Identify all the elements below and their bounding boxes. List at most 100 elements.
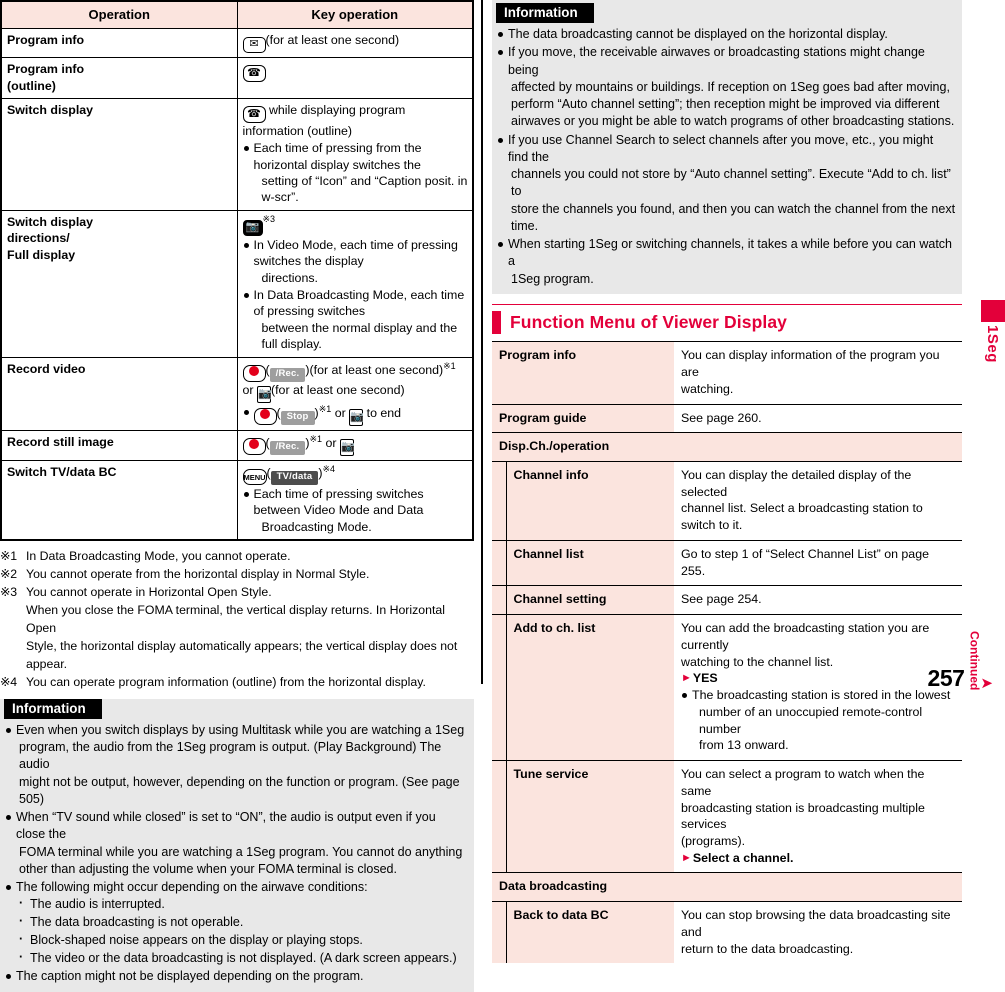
softkey-label-tvdata: TV/data (270, 471, 319, 485)
arrow-action-label: YES (692, 671, 718, 686)
function-name: Channel setting (506, 585, 675, 615)
bullet-line: In Data Broadcasting Mode, each time of … (243, 287, 469, 353)
bullet-text-cont: Broadcasting Mode. (261, 519, 372, 534)
table-row: Add to ch. list You can add the broadcas… (492, 614, 962, 761)
footnote-marker: ※4 (322, 463, 336, 474)
column-header-operation: Operation (2, 2, 238, 30)
function-name: Program guide (492, 403, 675, 433)
footnote-marker: ※2 (0, 567, 18, 582)
column-divider (481, 0, 483, 684)
page-number: 257 (927, 665, 965, 691)
indent-spacer (492, 901, 507, 964)
description-line: return to the data broadcasting. (681, 941, 854, 956)
information-line: affected by mountains or buildings. If r… (511, 79, 950, 94)
table-row: Channel info You can display the detaile… (492, 461, 962, 541)
operation-label: Record video (7, 361, 86, 376)
function-description: You can display information of the progr… (674, 341, 962, 405)
call-key-icon: ☎ (242, 65, 266, 83)
information-line: The data broadcasting cannot be displaye… (508, 27, 888, 41)
key-operation-text-3: (for at least one second) (270, 382, 405, 397)
description-line: You can display the detailed display of … (681, 468, 912, 499)
operation-label: Program info (outline) (7, 62, 85, 93)
table-row: Record still image (/Rec.)※1 or 📷 (2, 429, 472, 461)
key-operation-text: (for at least one second) (309, 362, 444, 377)
bullet-line: In Video Mode, each time of pressing swi… (243, 237, 469, 286)
information-bullet: Even when you switch displays by using M… (4, 722, 468, 808)
bullet-text: Each time of pressing from the horizonta… (253, 141, 422, 172)
function-name: Add to ch. list (506, 614, 675, 761)
table-row: Switch display ☎ while displaying progra… (2, 97, 472, 211)
description-line: You can stop browsing the data broadcast… (681, 908, 951, 939)
section-bar-icon (492, 311, 501, 335)
function-name: Channel list (506, 539, 675, 586)
bullet-tail-2: to end (366, 405, 402, 420)
information-subbullet: The video or the data broadcasting is no… (4, 949, 468, 968)
key-operation-cell: (/Rec.)※1 or 📷 (236, 429, 472, 461)
key-operation-cell: 📷※3 In Video Mode, each time of pressing… (236, 209, 472, 358)
arrow-right-icon: ➤ (980, 675, 993, 692)
key-operation-text: (for at least one second) (265, 33, 400, 48)
function-menu-table: Program info You can display information… (492, 341, 962, 964)
indent-spacer (492, 539, 507, 586)
footnote-line: Style, the horizontal display automatica… (26, 638, 458, 671)
information-line: The following might occur depending on t… (16, 880, 368, 895)
mail-key-icon: ✉ (242, 37, 266, 54)
key-operation-table-wrapper: Operation Key operation Program info ✉ (f… (0, 0, 474, 542)
table-row: Record video (/Rec.)(for at least one se… (2, 356, 472, 431)
arrow-action: ►YES (681, 670, 956, 687)
bullet-text: In Data Broadcasting Mode, each time of … (253, 288, 465, 319)
footnote-marker: ※3 (262, 213, 276, 224)
description-bullet: The broadcasting station is stored in th… (681, 687, 956, 754)
function-name: Back to data BC (506, 901, 675, 964)
key-operation-cell: MENU(TV/data)※4 Each time of pressing sw… (236, 459, 472, 540)
indent-spacer (492, 614, 507, 761)
table-row: Switch TV/data BC MENU(TV/data)※4 Each t… (2, 459, 472, 540)
information-bullet: When “TV sound while closed” is set to “… (4, 809, 468, 878)
footnotes: ※1 In Data Broadcasting Mode, you cannot… (0, 548, 474, 692)
information-line: airwaves or you might be able to watch p… (511, 114, 955, 129)
footnote: ※4 You can operate program information (… (0, 674, 474, 692)
table-row: Back to data BC You can stop browsing th… (492, 901, 962, 964)
footnote-line: In Data Broadcasting Mode, you cannot op… (26, 549, 291, 564)
function-group-name: Data broadcasting (492, 872, 962, 902)
footnote-marker: ※3 (0, 585, 18, 600)
table-row: Tune service You can select a program to… (492, 760, 962, 873)
operation-cell: Program info (outline) (2, 57, 238, 99)
function-name: Program info (492, 341, 675, 405)
function-description: See page 260. (674, 403, 962, 433)
description-line: You can add the broadcasting station you… (681, 621, 930, 652)
footnote: ※1 In Data Broadcasting Mode, you cannot… (0, 548, 474, 566)
edge-tab-label: 1Seg (984, 325, 1001, 363)
table-row: Switch display directions/ Full display … (2, 209, 472, 358)
description-line: watching. (681, 381, 734, 396)
key-operation-text-2: or (325, 435, 337, 450)
call-key-icon: ☎ (242, 105, 266, 123)
information-subbullet: The data broadcasting is not operable. (4, 913, 468, 932)
footnote-line: You cannot operate in Horizontal Open St… (26, 585, 272, 600)
table-row: Channel list Go to step 1 of “Select Cha… (492, 539, 962, 586)
information-heading: Information (4, 698, 102, 719)
bullet-text-cont: directions. (261, 270, 318, 285)
information-line: If you move, the receivable airwaves or … (508, 45, 925, 77)
c-key-icon (253, 407, 277, 425)
camera-side-key-icon: 📷 (339, 438, 355, 456)
menu-key-icon: MENU (242, 469, 267, 486)
information-heading: Information (496, 3, 594, 23)
function-name: Tune service (506, 760, 675, 873)
function-description: You can select a program to watch when t… (674, 760, 962, 873)
table-row: Program info (outline) ☎ (2, 57, 472, 99)
operation-label: Record still image (7, 434, 114, 449)
key-operation-cell: ☎ while displaying program information (… (236, 97, 472, 211)
information-bullet: If you use Channel Search to select chan… (496, 132, 956, 236)
key-operation-text: while displaying program information (ou… (242, 102, 406, 138)
key-operation-cell: (/Rec.)(for at least one second)※1 or 📷(… (236, 356, 472, 431)
information-line: might not be output, however, depending … (19, 774, 460, 806)
information-bullet: When starting 1Seg or switching channels… (496, 236, 956, 288)
edge-tab-block-icon (981, 300, 1005, 322)
operation-label: Switch display (7, 102, 94, 117)
operation-label: Program info (7, 33, 85, 48)
operation-label: Switch TV/data BC (7, 464, 117, 479)
operation-cell: Switch display directions/ Full display (2, 209, 238, 358)
manual-page: Operation Key operation Program info ✉ (f… (0, 0, 1005, 992)
key-operation-cell: ☎ (236, 57, 472, 99)
